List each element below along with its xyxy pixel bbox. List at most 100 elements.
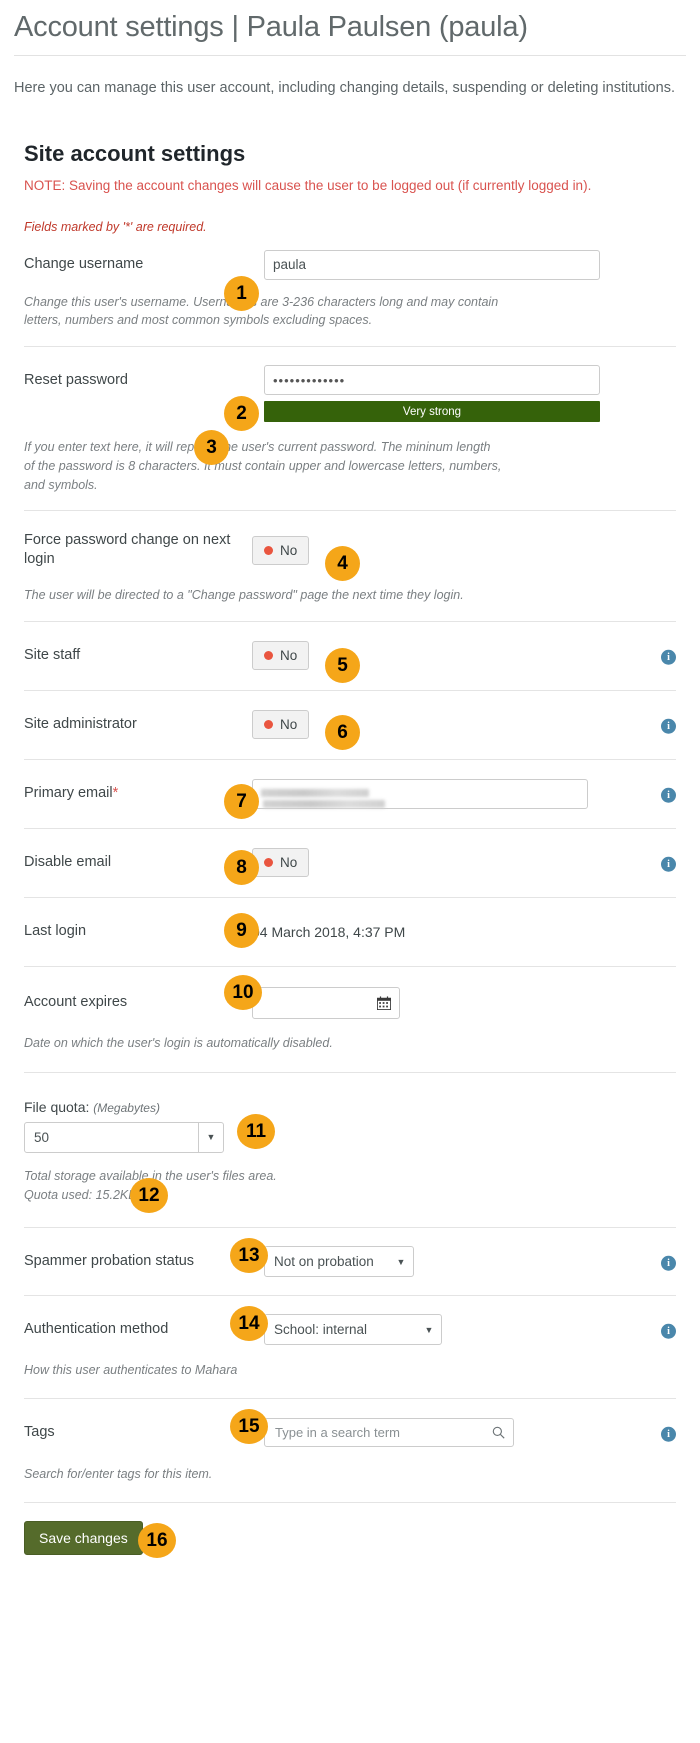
tags-search-input[interactable] [273, 1424, 492, 1442]
divider-1 [24, 346, 676, 348]
label-primary-email: Primary email* [24, 784, 252, 803]
file-quota-unit: (Megabytes) [93, 1100, 160, 1115]
form-actions: Save changes [24, 1520, 676, 1555]
row-change-username: Change username [24, 249, 676, 280]
annotation-badge-5: 5 [325, 648, 360, 683]
account-expires-date-input[interactable] [252, 986, 400, 1019]
spammer-probation-select[interactable]: Not on probation ▼ [264, 1246, 414, 1278]
help-tags: Search for/enter tags for this item. [24, 1466, 213, 1481]
annotation-badge-6: 6 [325, 715, 360, 750]
annotation-badge-14: 14 [230, 1306, 268, 1341]
label-tags: Tags [24, 1424, 55, 1441]
info-icon-site-staff[interactable]: i [661, 650, 676, 666]
site-staff-value: No [280, 648, 298, 664]
site-administrator-value: No [280, 717, 298, 733]
last-login-value: 04 March 2018, 4:37 PM [252, 923, 406, 940]
label-spammer-probation: Spammer probation status [24, 1253, 195, 1270]
site-account-settings-panel: Site account settings NOTE: Saving the a… [14, 141, 686, 1555]
annotation-badge-9: 9 [224, 913, 259, 948]
row-account-expires: Account expires [24, 986, 676, 1019]
authentication-method-select[interactable]: School: internal ▼ [264, 1314, 442, 1346]
calendar-icon [377, 996, 391, 1010]
divider-11 [24, 1295, 676, 1297]
info-icon-tags[interactable]: i [661, 1427, 676, 1443]
row-last-login: Last login 04 March 2018, 4:37 PM [24, 917, 676, 947]
password-input[interactable] [264, 365, 600, 396]
divider-5 [24, 758, 676, 760]
divider-8 [24, 965, 676, 967]
help-authentication-method: How this user authenticates to Mahara [24, 1363, 238, 1378]
divider-6 [24, 827, 676, 829]
info-icon-primary-email[interactable]: i [661, 788, 676, 804]
search-icon[interactable] [492, 1426, 505, 1440]
row-authentication-method: Authentication method School: internal ▼… [24, 1314, 676, 1346]
label-site-administrator: Site administrator [24, 716, 137, 733]
annotation-badge-15: 15 [230, 1409, 268, 1444]
toggle-off-dot-icon [264, 858, 273, 868]
disable-email-toggle[interactable]: No [252, 848, 310, 878]
divider-12 [24, 1397, 676, 1399]
toggle-off-dot-icon [264, 545, 273, 555]
divider-9 [24, 1071, 676, 1073]
disable-email-value: No [280, 855, 298, 871]
divider-4 [24, 689, 676, 691]
required-fields-note: Fields marked by '*' are required. [24, 219, 207, 234]
label-authentication-method: Authentication method [24, 1321, 169, 1338]
primary-email-label-text: Primary email [24, 785, 113, 802]
label-force-password-change: Force password change on next login [24, 532, 231, 568]
row-tags: Tags i [24, 1418, 676, 1448]
annotation-badge-2: 2 [224, 396, 259, 431]
info-icon-disable-email[interactable]: i [661, 857, 676, 873]
page-title: Account settings | Paula Paulsen (paula) [14, 11, 528, 43]
label-change-username: Change username [24, 256, 144, 273]
annotation-badge-3: 3 [194, 430, 229, 465]
force-password-change-toggle[interactable]: No [252, 535, 310, 565]
block-file-quota: File quota: (Megabytes) 50 ▼ Total stora… [24, 1099, 676, 1206]
row-disable-email: Disable email No i [24, 848, 676, 878]
label-file-quota: File quota: (Megabytes) [24, 1099, 676, 1115]
site-administrator-toggle[interactable]: No [252, 710, 310, 740]
help-force-password-change: The user will be directed to a "Change p… [24, 588, 464, 603]
divider-10 [24, 1227, 676, 1229]
annotation-badge-12: 12 [130, 1178, 168, 1213]
spammer-probation-value: Not on probation [274, 1254, 374, 1270]
label-account-expires: Account expires [24, 994, 128, 1011]
row-reset-password: Reset password Very strong [24, 365, 676, 423]
title-divider [14, 54, 686, 56]
site-staff-toggle[interactable]: No [252, 641, 310, 671]
page-intro: Here you can manage this user account, i… [14, 79, 675, 96]
toggle-off-dot-icon [264, 651, 273, 661]
annotation-badge-10: 10 [224, 975, 262, 1010]
info-icon-spammer-probation[interactable]: i [661, 1255, 676, 1271]
help-change-username: Change this user's username. Usernames a… [24, 294, 499, 328]
chevron-down-icon: ▼ [424, 1324, 434, 1335]
help-reset-password: If you enter text here, it will replace … [24, 440, 502, 492]
info-icon-authentication-method[interactable]: i [661, 1323, 676, 1339]
divider-7 [24, 896, 676, 898]
toggle-off-dot-icon [264, 720, 273, 730]
chevron-down-icon: ▼ [198, 1122, 223, 1152]
save-changes-button[interactable]: Save changes [24, 1520, 143, 1555]
row-primary-email: Primary email* i [24, 778, 676, 809]
info-icon-site-administrator[interactable]: i [661, 719, 676, 735]
panel-heading: Site account settings [24, 140, 246, 166]
password-strength-bar: Very strong [264, 401, 600, 423]
file-quota-select[interactable]: 50 ▼ [24, 1121, 224, 1153]
annotation-badge-16: 16 [138, 1523, 176, 1558]
authentication-method-value: School: internal [274, 1322, 368, 1338]
annotation-badge-11: 11 [237, 1114, 275, 1149]
file-quota-value: 50 [34, 1129, 50, 1145]
tags-search-field[interactable] [264, 1418, 514, 1448]
label-site-staff: Site staff [24, 647, 81, 664]
annotation-badge-7: 7 [224, 784, 259, 819]
label-disable-email: Disable email [24, 854, 112, 871]
help-file-quota: Total storage available in the user's fi… [24, 1168, 277, 1183]
required-asterisk: * [112, 785, 119, 802]
annotation-badge-1: 1 [224, 276, 259, 311]
annotation-badge-13: 13 [230, 1238, 268, 1273]
quota-used-value: Quota used: 15.2KB [24, 1188, 137, 1203]
help-account-expires: Date on which the user's login is automa… [24, 1035, 333, 1050]
divider-2 [24, 510, 676, 512]
username-input[interactable] [264, 249, 600, 280]
primary-email-redacted-value [261, 785, 385, 808]
